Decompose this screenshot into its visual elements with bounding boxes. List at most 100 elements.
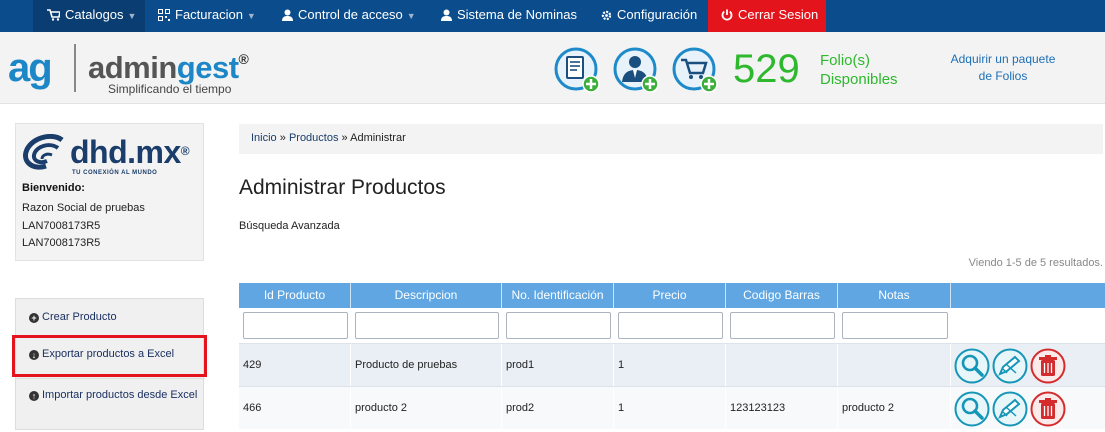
user-rfc: LAN7008173R5 (22, 220, 101, 232)
folio-label-line2: Disponibles (820, 71, 898, 88)
cell-identificacion: prod2 (502, 387, 614, 430)
nav-control-acceso[interactable]: Control de acceso ▼ (282, 0, 416, 32)
new-product-cart-icon[interactable] (672, 47, 720, 95)
column-header-codigo-barras[interactable]: Codigo Barras (726, 283, 838, 308)
sidebar-item-label: Importar productos desde Excel (42, 389, 198, 401)
new-invoice-icon[interactable] (554, 47, 602, 95)
breadcrumb: Inicio » Productos » Administrar (239, 124, 1103, 154)
logout-button[interactable]: Cerrar Sesion (708, 0, 826, 32)
brand-tagline: Simplificando el tiempo (108, 82, 232, 96)
filter-codigo-barras-input[interactable] (730, 312, 835, 339)
grid-header: Id Producto Descripcion No. Identificaci… (239, 283, 1105, 308)
sidebar-item-importar-excel[interactable]: ↑ Importar productos desde Excel (16, 387, 205, 403)
user-rfc-secondary: LAN7008173R5 (22, 237, 101, 249)
nav-sistema-nominas[interactable]: Sistema de Nominas (441, 0, 577, 32)
cell-id: 466 (239, 387, 351, 430)
cell-codigo-barras (726, 344, 838, 387)
sidebar-item-crear-producto[interactable]: + Crear Producto (16, 309, 205, 325)
cell-precio: 1 (614, 387, 726, 430)
column-header-identificacion[interactable]: No. Identificación (502, 283, 614, 308)
cell-codigo-barras: 123123123 (726, 387, 838, 430)
buy-folios-link[interactable]: Adquirir un paquete de Folios (938, 51, 1068, 85)
folio-label: Folio(s) Disponibles (820, 51, 898, 89)
plus-circle-icon: + (29, 313, 39, 323)
welcome-label: Bienvenido: (22, 182, 85, 194)
filter-precio-input[interactable] (618, 312, 723, 339)
user-razon-social: Razon Social de pruebas (22, 202, 145, 214)
filter-descripcion-input[interactable] (355, 312, 499, 339)
user-info-panel: dhd.mx® TU CONEXIÓN AL MUNDO Bienvenido:… (15, 123, 204, 261)
filter-notas-input[interactable] (842, 312, 948, 339)
column-header-descripcion[interactable]: Descripcion (351, 283, 502, 308)
upload-circle-icon: ↑ (29, 391, 39, 401)
breadcrumb-separator: » (341, 132, 348, 144)
cart-icon (47, 9, 61, 21)
cell-precio: 1 (614, 344, 726, 387)
results-summary: Viendo 1-5 de 5 resultados. (968, 257, 1103, 269)
nav-configuracion[interactable]: Configuración (601, 0, 697, 32)
brand-registered: ® (238, 51, 249, 67)
nav-facturacion-label: Facturacion (175, 7, 243, 22)
delete-icon[interactable] (1030, 348, 1066, 384)
breadcrumb-productos[interactable]: Productos (289, 132, 339, 144)
company-name: dhd.mx® (70, 132, 190, 171)
column-header-precio[interactable]: Precio (614, 283, 726, 308)
nav-catalogos-label: Catalogos (65, 7, 124, 22)
brand-main: admin (88, 50, 177, 85)
nav-configuracion-label: Configuración (617, 7, 698, 22)
company-registered: ® (180, 144, 190, 158)
delete-icon[interactable] (1030, 391, 1066, 427)
nav-catalogos[interactable]: Catalogos ▼ (33, 0, 145, 32)
folio-label-line1: Folio(s) (820, 52, 871, 69)
filter-id-input[interactable] (243, 312, 348, 339)
column-header-notas[interactable]: Notas (838, 283, 951, 308)
company-tagline: TU CONEXIÓN AL MUNDO (72, 170, 158, 176)
power-icon (721, 9, 733, 21)
filter-row (239, 308, 1105, 343)
buy-folios-line2: de Folios (978, 69, 1028, 83)
filter-identificacion-input[interactable] (506, 312, 611, 339)
view-icon[interactable] (954, 391, 990, 427)
nav-sistema-nominas-label: Sistema de Nominas (457, 7, 577, 22)
chevron-down-icon: ▼ (246, 11, 256, 21)
advanced-search-link[interactable]: Búsqueda Avanzada (239, 220, 340, 232)
cell-id: 429 (239, 344, 351, 387)
ag-logo: ag (8, 46, 53, 90)
brand-name[interactable]: admingest® (88, 42, 249, 85)
nav-facturacion[interactable]: Facturacion ▼ (158, 0, 256, 32)
cell-identificacion: prod1 (502, 344, 614, 387)
chevron-down-icon: ▼ (127, 11, 137, 21)
cell-descripcion: producto 2 (351, 387, 502, 430)
buy-folios-line1: Adquirir un paquete (950, 52, 1056, 66)
row-actions (952, 348, 1102, 384)
row-actions (952, 391, 1102, 427)
qrcode-icon (158, 9, 170, 21)
page-title: Administrar Productos (239, 176, 446, 199)
edit-icon[interactable] (992, 391, 1028, 427)
company-name-text: dhd.mx (70, 134, 181, 170)
column-header-id[interactable]: Id Producto (239, 283, 351, 308)
cell-notas: producto 2 (838, 387, 951, 430)
logout-label: Cerrar Sesion (738, 7, 819, 22)
cell-notas (838, 344, 951, 387)
breadcrumb-inicio[interactable]: Inicio (251, 132, 277, 144)
table-row: 466 producto 2 prod2 1 123123123 product… (239, 386, 1105, 430)
chevron-down-icon: ▼ (406, 11, 416, 21)
logo-divider (74, 44, 76, 92)
folio-count: 529 (733, 47, 800, 91)
top-navbar: Catalogos ▼ Facturacion ▼ Control de acces… (0, 0, 1105, 32)
new-client-icon[interactable] (613, 47, 661, 95)
company-logo: dhd.mx® TU CONEXIÓN AL MUNDO (22, 132, 202, 182)
sidebar-item-label: Crear Producto (42, 311, 117, 323)
edit-icon[interactable] (992, 348, 1028, 384)
swoosh-icon (23, 134, 64, 170)
cell-descripcion: Producto de pruebas (351, 344, 502, 387)
breadcrumb-current: Administrar (350, 132, 406, 144)
table-row: 429 Producto de pruebas prod1 1 (239, 343, 1105, 387)
view-icon[interactable] (954, 348, 990, 384)
highlight-annotation (12, 335, 207, 377)
app-header: ag admingest® Simplificando el tiempo 52… (0, 32, 1105, 104)
breadcrumb-separator: » (279, 132, 286, 144)
brand-accent: gest (176, 50, 239, 85)
gear-icon (601, 10, 612, 21)
